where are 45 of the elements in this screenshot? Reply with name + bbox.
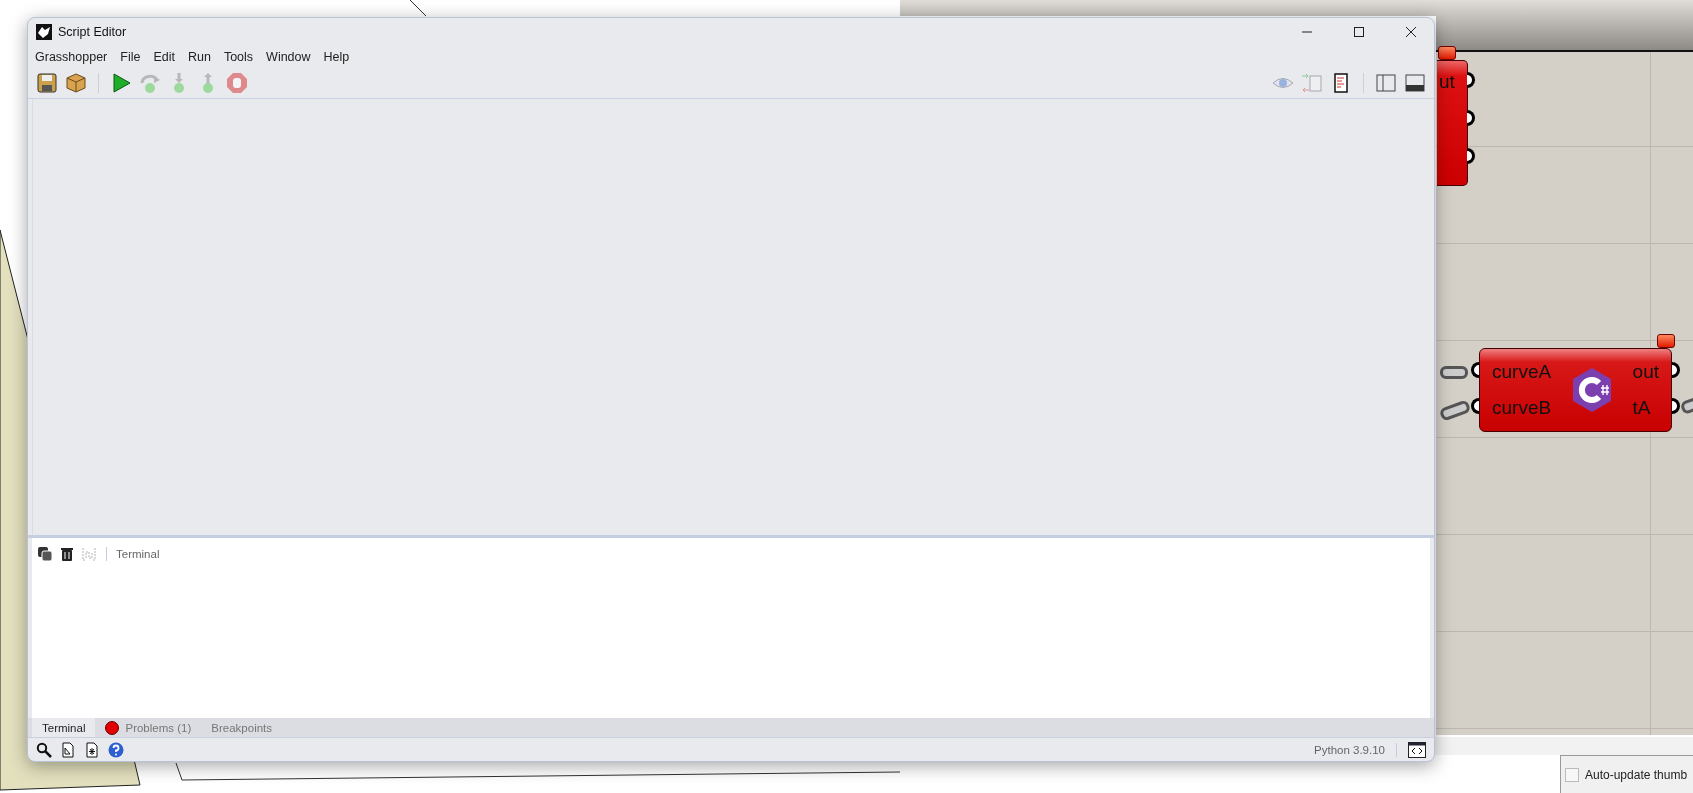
panel-tab[interactable]: Terminal <box>32 718 96 737</box>
tab-label: Breakpoints <box>211 721 273 734</box>
menu-item[interactable]: Grasshopper <box>35 50 108 64</box>
input-port[interactable] <box>1471 362 1479 378</box>
input-label: curveB <box>1492 397 1552 419</box>
tab-label: Terminal <box>42 721 86 734</box>
input-label: curveA <box>1492 361 1552 383</box>
component-node[interactable]: ut <box>1437 60 1468 186</box>
checkbox-label: Auto-update thumb <box>1585 767 1688 782</box>
box-icon[interactable] <box>65 72 87 94</box>
copy-icon[interactable] <box>37 546 53 562</box>
panel-title: Terminal <box>116 548 160 560</box>
menu-item[interactable]: File <box>120 50 141 64</box>
edge-line <box>409 0 427 17</box>
output-port[interactable] <box>1467 110 1475 126</box>
output-port[interactable] <box>1672 398 1680 414</box>
menu-item[interactable]: Window <box>266 50 311 64</box>
search-icon[interactable] <box>36 741 52 758</box>
output-label: out <box>1632 361 1659 383</box>
document-icon[interactable] <box>60 741 76 758</box>
app-logo-icon <box>36 24 52 40</box>
tab-label: Problems (1) <box>125 721 192 734</box>
new-document-icon[interactable] <box>84 741 100 758</box>
menu-item[interactable]: Run <box>187 50 211 64</box>
menu-item[interactable]: Tools <box>223 50 254 64</box>
bottom-panel-icon[interactable] <box>1404 72 1426 94</box>
save-icon[interactable] <box>36 72 58 94</box>
script-component-node[interactable]: curveA curveB out tA <box>1479 348 1672 432</box>
output-port[interactable] <box>1467 148 1475 164</box>
trash-icon[interactable] <box>59 546 75 562</box>
checkbox[interactable] <box>1565 767 1579 782</box>
input-port[interactable] <box>1471 398 1479 414</box>
output-port[interactable] <box>1467 72 1475 88</box>
close-icon[interactable] <box>1405 26 1417 38</box>
window-title: Script Editor <box>58 25 127 39</box>
maximize-icon[interactable] <box>1353 26 1365 38</box>
menu-item[interactable]: Help <box>323 50 350 64</box>
output-label: tA <box>1632 397 1652 419</box>
language-version[interactable]: Python 3.9.10 <box>1314 743 1385 756</box>
help-icon[interactable] <box>108 741 124 758</box>
output-port[interactable] <box>1672 362 1680 378</box>
code-icon[interactable] <box>1408 741 1426 758</box>
play-icon[interactable] <box>110 72 132 94</box>
menu-item[interactable]: Edit <box>153 50 175 64</box>
node-output-label: ut <box>1439 71 1455 93</box>
